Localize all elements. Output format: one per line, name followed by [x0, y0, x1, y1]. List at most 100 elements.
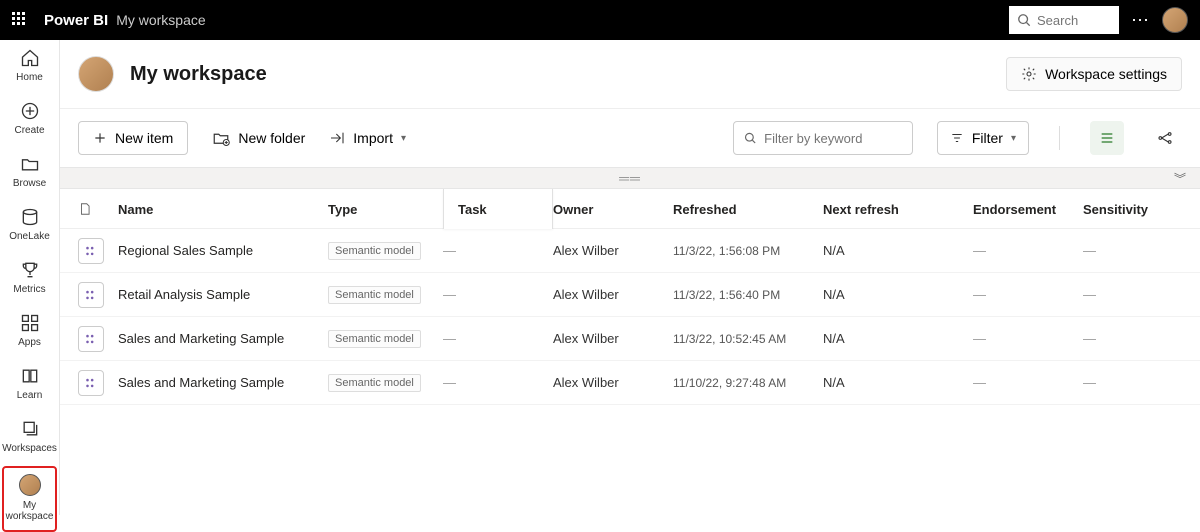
filter-icon	[950, 131, 964, 145]
filter-keyword-field[interactable]	[733, 121, 913, 155]
item-name[interactable]: Regional Sales Sample	[118, 243, 328, 258]
global-search-input[interactable]	[1035, 12, 1107, 29]
new-item-label: New item	[115, 130, 173, 146]
item-sensitivity: —	[1083, 287, 1173, 302]
workspace-settings-button[interactable]: Workspace settings	[1006, 57, 1182, 91]
list-icon	[1099, 130, 1115, 146]
panel-resize-bar[interactable]: ══ ︾	[60, 167, 1200, 189]
item-task: —	[443, 287, 553, 302]
gear-icon	[1021, 66, 1037, 82]
sidebar-item-create[interactable]: Create	[0, 93, 59, 146]
semantic-model-icon	[78, 370, 104, 396]
toolbar-divider	[1059, 126, 1060, 150]
lineage-view-button[interactable]	[1148, 121, 1182, 155]
database-icon	[20, 207, 40, 227]
sidebar-item-browse[interactable]: Browse	[0, 146, 59, 199]
col-next-refresh[interactable]: Next refresh	[823, 202, 973, 217]
item-refreshed: 11/3/22, 1:56:40 PM	[673, 288, 823, 302]
item-refreshed: 11/3/22, 10:52:45 AM	[673, 332, 823, 346]
folder-icon	[20, 154, 40, 174]
item-next-refresh: N/A	[823, 375, 973, 390]
item-sensitivity: —	[1083, 243, 1173, 258]
table-row[interactable]: Regional Sales Sample Semantic model — A…	[60, 229, 1200, 273]
sidebar-item-label: OneLake	[9, 231, 50, 242]
layers-icon	[20, 419, 40, 439]
sidebar: Home Create Browse OneLake Metrics Apps …	[0, 40, 60, 515]
plus-circle-icon	[20, 101, 40, 121]
import-button[interactable]: Import ▾	[329, 130, 406, 146]
grip-icon: ══	[619, 170, 641, 186]
item-endorsement: —	[973, 287, 1083, 302]
item-owner: Alex Wilber	[553, 287, 673, 302]
col-owner[interactable]: Owner	[553, 202, 673, 217]
new-folder-label: New folder	[238, 130, 305, 146]
items-table: Name Type Task Owner Refreshed Next refr…	[60, 189, 1200, 405]
more-menu-button[interactable]: ⋯	[1131, 10, 1150, 31]
double-chevron-down-icon[interactable]: ︾	[1174, 170, 1186, 187]
sidebar-item-label: Browse	[13, 178, 46, 189]
sidebar-item-metrics[interactable]: Metrics	[0, 252, 59, 305]
new-item-button[interactable]: New item	[78, 121, 188, 155]
item-refreshed: 11/3/22, 1:56:08 PM	[673, 244, 823, 258]
table-header: Name Type Task Owner Refreshed Next refr…	[60, 189, 1200, 229]
item-type: Semantic model	[328, 374, 443, 392]
global-search[interactable]	[1009, 6, 1119, 34]
list-view-button[interactable]	[1090, 121, 1124, 155]
semantic-model-icon	[78, 238, 104, 264]
home-icon	[20, 48, 40, 68]
table-row[interactable]: Sales and Marketing Sample Semantic mode…	[60, 361, 1200, 405]
sidebar-item-label: Apps	[18, 337, 41, 348]
chevron-down-icon: ▾	[401, 133, 406, 144]
col-endorsement[interactable]: Endorsement	[973, 202, 1083, 217]
item-type: Semantic model	[328, 286, 443, 304]
sidebar-item-home[interactable]: Home	[0, 40, 59, 93]
sidebar-item-label: Learn	[17, 390, 43, 401]
sidebar-item-learn[interactable]: Learn	[0, 358, 59, 411]
type-column-icon[interactable]	[78, 201, 118, 217]
col-task[interactable]: Task	[443, 189, 553, 229]
item-next-refresh: N/A	[823, 287, 973, 302]
main-content: My workspace Workspace settings New item…	[60, 40, 1200, 515]
sidebar-item-workspaces[interactable]: Workspaces	[0, 411, 59, 464]
item-owner: Alex Wilber	[553, 243, 673, 258]
user-avatar[interactable]	[1162, 7, 1188, 33]
item-name[interactable]: Sales and Marketing Sample	[118, 375, 328, 390]
toolbar: New item New folder Import ▾ Filter ▾	[60, 109, 1200, 167]
sidebar-item-apps[interactable]: Apps	[0, 305, 59, 358]
workspace-avatar-icon	[19, 474, 41, 496]
item-endorsement: —	[973, 331, 1083, 346]
sidebar-item-onelake[interactable]: OneLake	[0, 199, 59, 252]
new-folder-button[interactable]: New folder	[212, 129, 305, 147]
item-refreshed: 11/10/22, 9:27:48 AM	[673, 376, 823, 390]
search-icon	[744, 131, 756, 145]
import-label: Import	[353, 130, 393, 146]
item-type: Semantic model	[328, 330, 443, 348]
sidebar-item-my-workspace[interactable]: My workspace	[2, 466, 57, 532]
table-row[interactable]: Retail Analysis Sample Semantic model — …	[60, 273, 1200, 317]
sidebar-item-label: Workspaces	[2, 443, 57, 454]
item-name[interactable]: Retail Analysis Sample	[118, 287, 328, 302]
filter-keyword-input[interactable]	[762, 130, 902, 147]
semantic-model-icon	[78, 282, 104, 308]
item-task: —	[443, 375, 553, 390]
item-task: —	[443, 331, 553, 346]
col-type[interactable]: Type	[328, 202, 443, 217]
col-name[interactable]: Name	[118, 202, 328, 217]
table-row[interactable]: Sales and Marketing Sample Semantic mode…	[60, 317, 1200, 361]
top-breadcrumb[interactable]: My workspace	[116, 12, 205, 28]
col-refreshed[interactable]: Refreshed	[673, 202, 823, 217]
item-task: —	[443, 243, 553, 258]
search-icon	[1017, 13, 1031, 27]
top-bar: Power BI My workspace ⋯	[0, 0, 1200, 40]
folder-add-icon	[212, 129, 230, 147]
workspace-settings-label: Workspace settings	[1045, 66, 1167, 82]
workspace-header: My workspace Workspace settings	[60, 40, 1200, 109]
item-sensitivity: —	[1083, 331, 1173, 346]
col-sensitivity[interactable]: Sensitivity	[1083, 202, 1173, 217]
item-endorsement: —	[973, 243, 1083, 258]
app-launcher-icon[interactable]	[12, 12, 28, 28]
brand-label: Power BI	[44, 12, 108, 29]
item-name[interactable]: Sales and Marketing Sample	[118, 331, 328, 346]
item-owner: Alex Wilber	[553, 375, 673, 390]
filter-button[interactable]: Filter ▾	[937, 121, 1029, 155]
